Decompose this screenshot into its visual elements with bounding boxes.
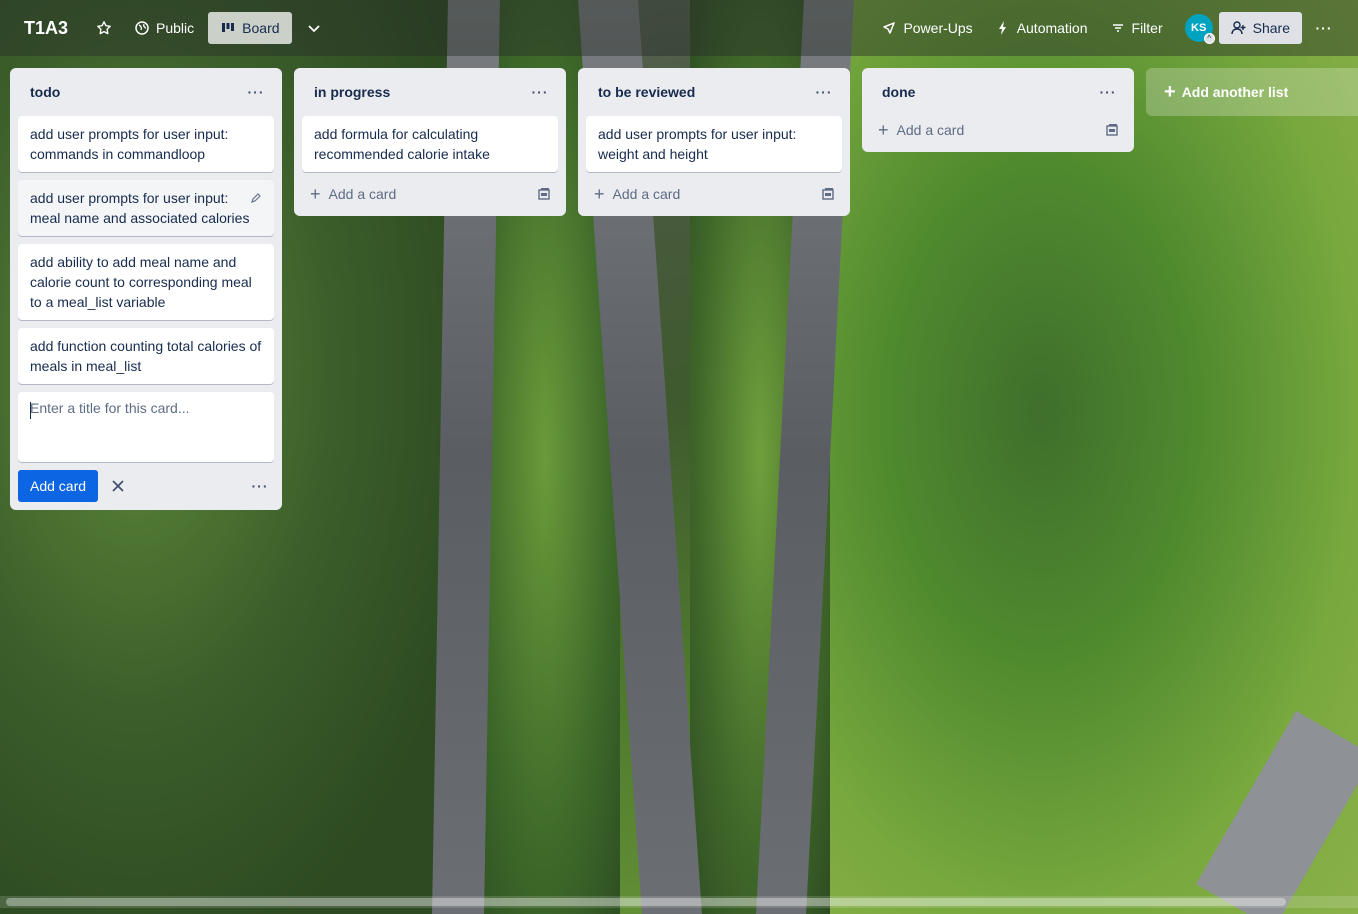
add-member-icon — [1230, 21, 1246, 35]
list-menu-icon[interactable]: ··· — [810, 78, 838, 106]
avatar-initials: KS — [1191, 22, 1207, 34]
plus-icon: + — [310, 184, 321, 204]
visibility-button[interactable]: Public — [126, 12, 202, 44]
add-card-label: Add a card — [612, 186, 681, 202]
filter-button[interactable]: Filter — [1102, 12, 1171, 44]
horizontal-scrollbar[interactable] — [0, 896, 1358, 908]
list-title[interactable]: todo — [30, 84, 60, 100]
avatar[interactable]: KS ^ — [1184, 14, 1215, 44]
view-label: Board — [242, 20, 280, 36]
list-title[interactable]: to be reviewed — [598, 84, 695, 100]
list-in-progress: in progress ··· add formula for calculat… — [294, 68, 566, 216]
star-button[interactable] — [88, 12, 120, 44]
more-icon: ··· — [1315, 20, 1333, 36]
share-button[interactable]: Share — [1218, 12, 1302, 44]
board-title[interactable]: T1A3 — [24, 18, 68, 39]
add-card-row[interactable]: + Add a card — [870, 116, 1126, 144]
star-icon — [97, 21, 111, 35]
template-icon[interactable] — [1104, 122, 1120, 138]
add-card-label: Add a card — [896, 122, 965, 138]
add-card-row[interactable]: + Add a card — [302, 180, 558, 208]
powerups-button[interactable]: Power-Ups — [873, 12, 980, 44]
plus-icon: + — [1164, 81, 1176, 103]
board-header: T1A3 Public Board Power-Ups Automation F… — [0, 0, 1358, 56]
plus-icon: + — [878, 120, 889, 140]
admin-badge-icon: ^ — [1203, 33, 1215, 44]
list-menu-icon[interactable]: ··· — [526, 78, 554, 106]
rocket-icon — [883, 22, 896, 34]
board-menu-button[interactable]: ··· — [1308, 12, 1340, 44]
add-list-button[interactable]: + Add another list — [1146, 68, 1358, 116]
text-caret — [30, 402, 31, 419]
card[interactable]: add user prompts for user input: weight … — [586, 116, 842, 172]
card[interactable]: add ability to add meal name and calorie… — [18, 244, 274, 320]
card[interactable]: add user prompts for user input: command… — [18, 116, 274, 172]
list-menu-icon[interactable]: ··· — [242, 78, 270, 106]
add-list-label: Add another list — [1181, 84, 1289, 100]
list-title[interactable]: done — [882, 84, 915, 100]
list-header: todo ··· — [18, 68, 274, 116]
automation-label: Automation — [1016, 20, 1088, 36]
template-icon[interactable] — [536, 186, 552, 202]
add-card-row[interactable]: + Add a card — [586, 180, 842, 208]
composer-more-icon[interactable]: ··· — [246, 472, 274, 500]
card[interactable]: add formula for calculating recommended … — [302, 116, 558, 172]
list-header: to be reviewed ··· — [586, 68, 842, 116]
list-header: done ··· — [870, 68, 1126, 116]
visibility-label: Public — [156, 20, 195, 36]
globe-icon — [135, 21, 149, 35]
chevron-down-icon — [307, 25, 320, 33]
add-card-button[interactable]: Add card — [18, 470, 99, 502]
board-view-button[interactable]: Board — [208, 12, 292, 44]
board-lists: todo ··· add user prompts for user input… — [10, 68, 1358, 510]
list-header: in progress ··· — [302, 68, 558, 116]
pencil-icon[interactable] — [246, 188, 266, 208]
share-label: Share — [1252, 20, 1290, 36]
composer-controls: Add card ··· — [18, 470, 274, 502]
powerups-label: Power-Ups — [903, 20, 973, 36]
add-card-label: Add a card — [328, 186, 397, 202]
close-icon[interactable] — [102, 470, 134, 502]
plus-icon: + — [594, 184, 605, 204]
list-title[interactable]: in progress — [314, 84, 390, 100]
filter-icon — [1112, 24, 1123, 32]
lightning-icon — [998, 21, 1006, 35]
list-to-be-reviewed: to be reviewed ··· add user prompts for … — [578, 68, 850, 216]
scrollbar-thumb[interactable] — [6, 898, 1286, 906]
list-menu-icon[interactable]: ··· — [1094, 78, 1122, 106]
view-switcher-button[interactable] — [298, 12, 330, 44]
list-todo: todo ··· add user prompts for user input… — [10, 68, 282, 510]
automation-button[interactable]: Automation — [987, 12, 1096, 44]
filter-label: Filter — [1131, 20, 1163, 36]
card-title-input[interactable]: Enter a title for this card... — [18, 392, 274, 462]
card[interactable]: add function counting total calories of … — [18, 328, 274, 384]
board-icon — [222, 23, 235, 32]
composer-placeholder: Enter a title for this card... — [30, 400, 190, 416]
card-hovered[interactable]: add user prompts for user input: meal na… — [18, 180, 274, 236]
template-icon[interactable] — [820, 186, 836, 202]
list-done: done ··· + Add a card — [862, 68, 1134, 152]
card-title: add user prompts for user input: meal na… — [30, 190, 250, 226]
